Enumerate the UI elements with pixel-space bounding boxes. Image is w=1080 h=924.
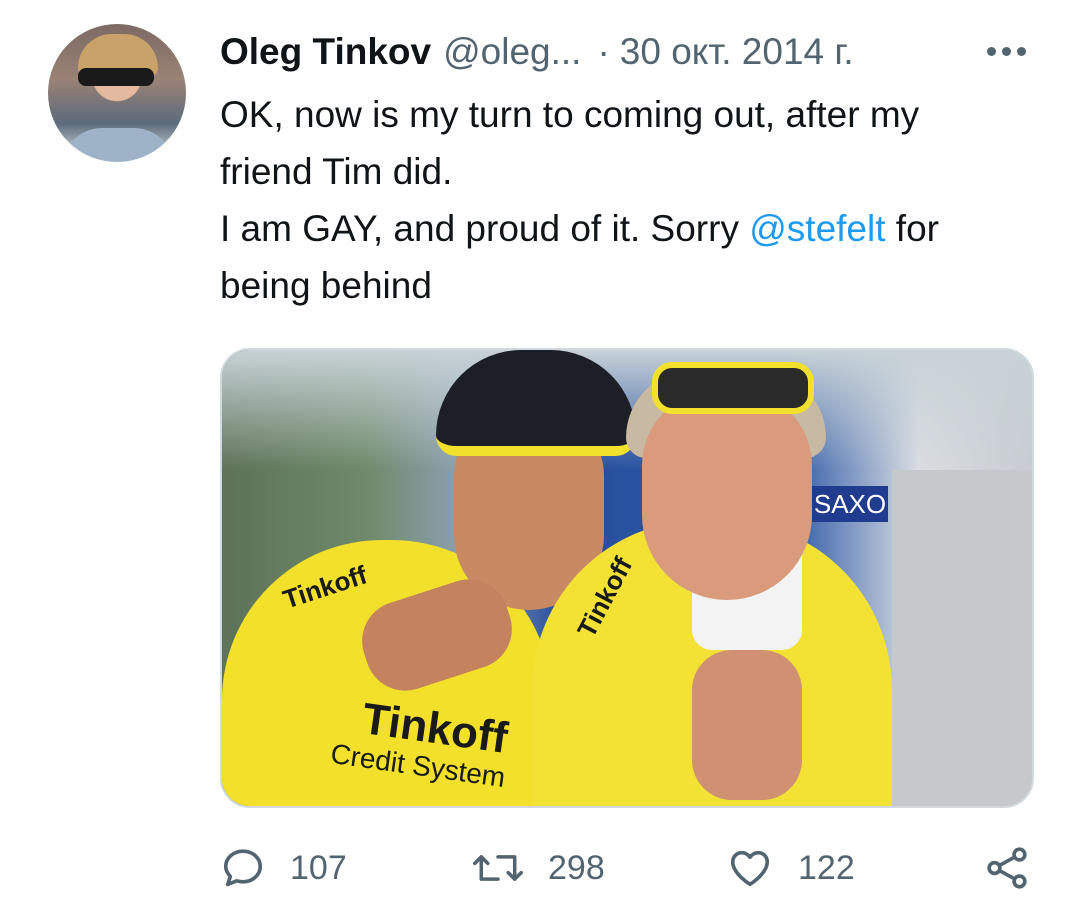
- retweet-count: 298: [548, 848, 605, 887]
- more-dots-icon[interactable]: [987, 36, 1026, 66]
- tweet-photo[interactable]: SAXO Tinkoff Tinkoff Tinkoff Credit Syst…: [220, 348, 1034, 808]
- tweet-actions: 107 298 122: [220, 836, 1040, 900]
- share-button[interactable]: [984, 836, 1030, 900]
- raised-hand: [692, 650, 802, 800]
- author-handle[interactable]: @oleg...: [443, 31, 581, 73]
- reply-icon: [223, 849, 263, 887]
- separator: ·: [597, 31, 610, 72]
- heart-icon: [730, 850, 770, 887]
- avatar-sunglasses: [78, 68, 154, 86]
- tweet-text-line: friend Tim did.: [220, 151, 453, 192]
- tweet-header: Oleg Tinkov @oleg... · 30 окт. 2014 г.: [220, 24, 1040, 80]
- cyclist-right-face: [642, 390, 812, 600]
- author-name[interactable]: Oleg Tinkov: [220, 31, 431, 73]
- like-button[interactable]: 122: [726, 836, 855, 900]
- cyclist-right-sunglasses: [652, 362, 814, 414]
- mention-link[interactable]: @stefelt: [749, 208, 885, 249]
- retweet-icon: [473, 855, 523, 881]
- reply-button[interactable]: 107: [220, 836, 347, 900]
- like-count: 122: [798, 848, 855, 887]
- tweet-text-segment: I am GAY, and proud of it. Sorry: [220, 208, 750, 249]
- photo-road: [892, 470, 1032, 806]
- reply-count: 107: [290, 848, 347, 887]
- tweet-text-line: OK, now is my turn to coming out, after …: [220, 94, 920, 135]
- tweet-text-segment: for: [885, 208, 939, 249]
- tweet-text-line: I am GAY, and proud of it. Sorry @stefel…: [220, 200, 1040, 257]
- saxo-sign: SAXO: [812, 486, 888, 522]
- avatar-shirt: [62, 128, 174, 162]
- retweet-button[interactable]: 298: [472, 836, 605, 900]
- tweet-text: OK, now is my turn to coming out, after …: [220, 86, 1040, 314]
- avatar[interactable]: [48, 24, 186, 162]
- tweet-date[interactable]: 30 окт. 2014 г.: [620, 31, 854, 73]
- tweet-text-line: being behind: [220, 265, 432, 306]
- share-icon: [987, 847, 1027, 889]
